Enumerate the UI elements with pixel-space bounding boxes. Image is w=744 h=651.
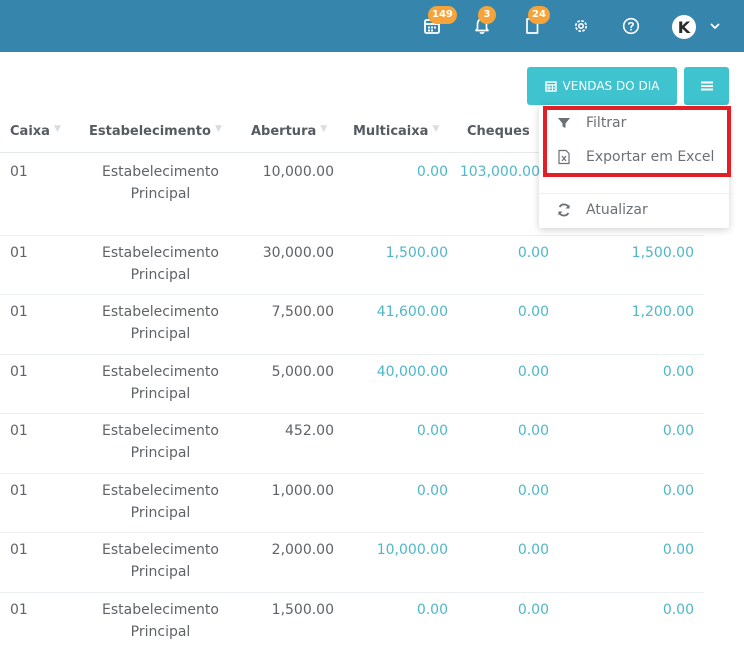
table-cell-caixa: 01 bbox=[10, 164, 28, 180]
table-cell-caixa: 01 bbox=[10, 423, 28, 439]
menu-item-atualizar-label: Atualizar bbox=[586, 202, 648, 218]
table-cell-multicaixa[interactable]: 1,500.00 bbox=[386, 243, 448, 265]
row-divider bbox=[0, 592, 704, 593]
table-cell-abertura: 5,000.00 bbox=[271, 364, 334, 380]
table-cell-multicaixa[interactable]: 40,000.00 bbox=[377, 362, 448, 384]
chevron-down-icon[interactable] bbox=[708, 19, 722, 33]
table-cell-caixa: 01 bbox=[10, 602, 28, 618]
settings-button[interactable] bbox=[569, 14, 593, 38]
bell-badge: 3 bbox=[478, 6, 496, 24]
calendar-notifications[interactable]: 149 bbox=[420, 6, 457, 38]
table-cell-cheques[interactable]: 0.00 bbox=[518, 302, 549, 324]
menu-button[interactable] bbox=[684, 67, 729, 105]
table-cell-caixa: 01 bbox=[10, 304, 28, 320]
table-cell-estabelecimento: Estabelecimento Principal bbox=[102, 164, 219, 202]
sort-icon: ▼ bbox=[214, 124, 222, 134]
avatar[interactable]: K bbox=[672, 15, 696, 39]
table-cell-multicaixa[interactable]: 10,000.00 bbox=[377, 540, 448, 562]
table-cell-estabelecimento: Estabelecimento Principal bbox=[102, 542, 219, 580]
row-divider bbox=[0, 413, 704, 414]
menu-item-atualizar[interactable]: Atualizar bbox=[539, 195, 729, 225]
table-cell-abertura: 452.00 bbox=[285, 423, 334, 439]
document-notifications[interactable]: 24 bbox=[520, 6, 550, 38]
table-cell-cheques[interactable]: 0.00 bbox=[518, 481, 549, 503]
table-cell-abertura: 2,000.00 bbox=[271, 542, 334, 558]
help-button[interactable] bbox=[619, 14, 643, 38]
table-cell-multicaixa[interactable]: 0.00 bbox=[417, 162, 448, 184]
table-cell-cheques[interactable]: 103,000.00 bbox=[460, 162, 540, 184]
help-icon bbox=[622, 17, 640, 35]
table-cell-value[interactable]: 0.00 bbox=[663, 481, 694, 503]
table-cell-value[interactable]: 0.00 bbox=[663, 421, 694, 443]
calendar-badge: 149 bbox=[428, 6, 457, 24]
table-cell-cheques[interactable]: 0.00 bbox=[518, 600, 549, 622]
highlight-box bbox=[543, 106, 731, 177]
top-bar: 149 3 24 K bbox=[0, 0, 744, 52]
table-cell-estabelecimento: Estabelecimento Principal bbox=[102, 364, 219, 402]
table-cell-cheques[interactable]: 0.00 bbox=[518, 243, 549, 265]
table-cell-caixa: 01 bbox=[10, 245, 28, 261]
row-divider bbox=[0, 294, 704, 295]
table-cell-value[interactable]: 0.00 bbox=[663, 600, 694, 622]
refresh-icon bbox=[558, 203, 570, 217]
column-header-abertura[interactable]: Abertura ▼ bbox=[251, 124, 327, 139]
table-cell-multicaixa[interactable]: 41,600.00 bbox=[377, 302, 448, 324]
table-cell-cheques[interactable]: 0.00 bbox=[518, 540, 549, 562]
table-cell-abertura: 10,000.00 bbox=[262, 164, 334, 180]
table-cell-multicaixa[interactable]: 0.00 bbox=[417, 481, 448, 503]
table-cell-cheques[interactable]: 0.00 bbox=[518, 421, 549, 443]
bell-notifications[interactable]: 3 bbox=[470, 6, 496, 38]
sort-icon: ▼ bbox=[53, 124, 61, 134]
sort-icon: ▼ bbox=[320, 124, 328, 134]
table-cell-value[interactable]: 0.00 bbox=[663, 540, 694, 562]
row-divider bbox=[0, 235, 704, 236]
table-cell-estabelecimento: Estabelecimento Principal bbox=[102, 423, 219, 461]
menu-icon bbox=[700, 81, 713, 91]
table-cell-caixa: 01 bbox=[10, 542, 28, 558]
column-header-cheques[interactable]: Cheques bbox=[467, 124, 530, 139]
table-cell-value[interactable]: 0.00 bbox=[663, 362, 694, 384]
row-divider bbox=[0, 354, 704, 355]
gear-icon bbox=[574, 19, 588, 33]
table-cell-estabelecimento: Estabelecimento Principal bbox=[102, 483, 219, 521]
document-badge: 24 bbox=[528, 6, 550, 24]
table-cell-caixa: 01 bbox=[10, 364, 28, 380]
table-cell-value[interactable]: 1,200.00 bbox=[632, 302, 694, 324]
table-cell-abertura: 1,500.00 bbox=[271, 602, 334, 618]
table-cell-estabelecimento: Estabelecimento Principal bbox=[102, 304, 219, 342]
avatar-letter: K bbox=[677, 17, 691, 37]
table-cell-estabelecimento: Estabelecimento Principal bbox=[102, 602, 219, 640]
column-header-caixa[interactable]: Caixa ▼ bbox=[10, 124, 61, 139]
table-cell-estabelecimento: Estabelecimento Principal bbox=[102, 245, 219, 283]
vendas-do-dia-button[interactable]: VENDAS DO DIA bbox=[527, 67, 677, 105]
row-divider bbox=[0, 532, 704, 533]
table-cell-abertura: 1,000.00 bbox=[271, 483, 334, 499]
column-header-estabelecimento[interactable]: Estabelecimento ▼ bbox=[89, 124, 222, 139]
table-cell-multicaixa[interactable]: 0.00 bbox=[417, 421, 448, 443]
column-header-multicaixa[interactable]: Multicaixa ▼ bbox=[353, 124, 439, 139]
sort-icon: ▼ bbox=[432, 124, 440, 134]
table-cell-value[interactable]: 1,500.00 bbox=[632, 243, 694, 265]
table-cell-abertura: 30,000.00 bbox=[262, 245, 334, 261]
table-cell-abertura: 7,500.00 bbox=[271, 304, 334, 320]
vendas-do-dia-label: VENDAS DO DIA bbox=[562, 79, 660, 93]
table-cell-cheques[interactable]: 0.00 bbox=[518, 362, 549, 384]
table-cell-multicaixa[interactable]: 0.00 bbox=[417, 600, 448, 622]
table-cell-caixa: 01 bbox=[10, 483, 28, 499]
calendar-icon bbox=[544, 81, 557, 92]
row-divider bbox=[0, 473, 704, 474]
menu-divider bbox=[539, 193, 729, 194]
